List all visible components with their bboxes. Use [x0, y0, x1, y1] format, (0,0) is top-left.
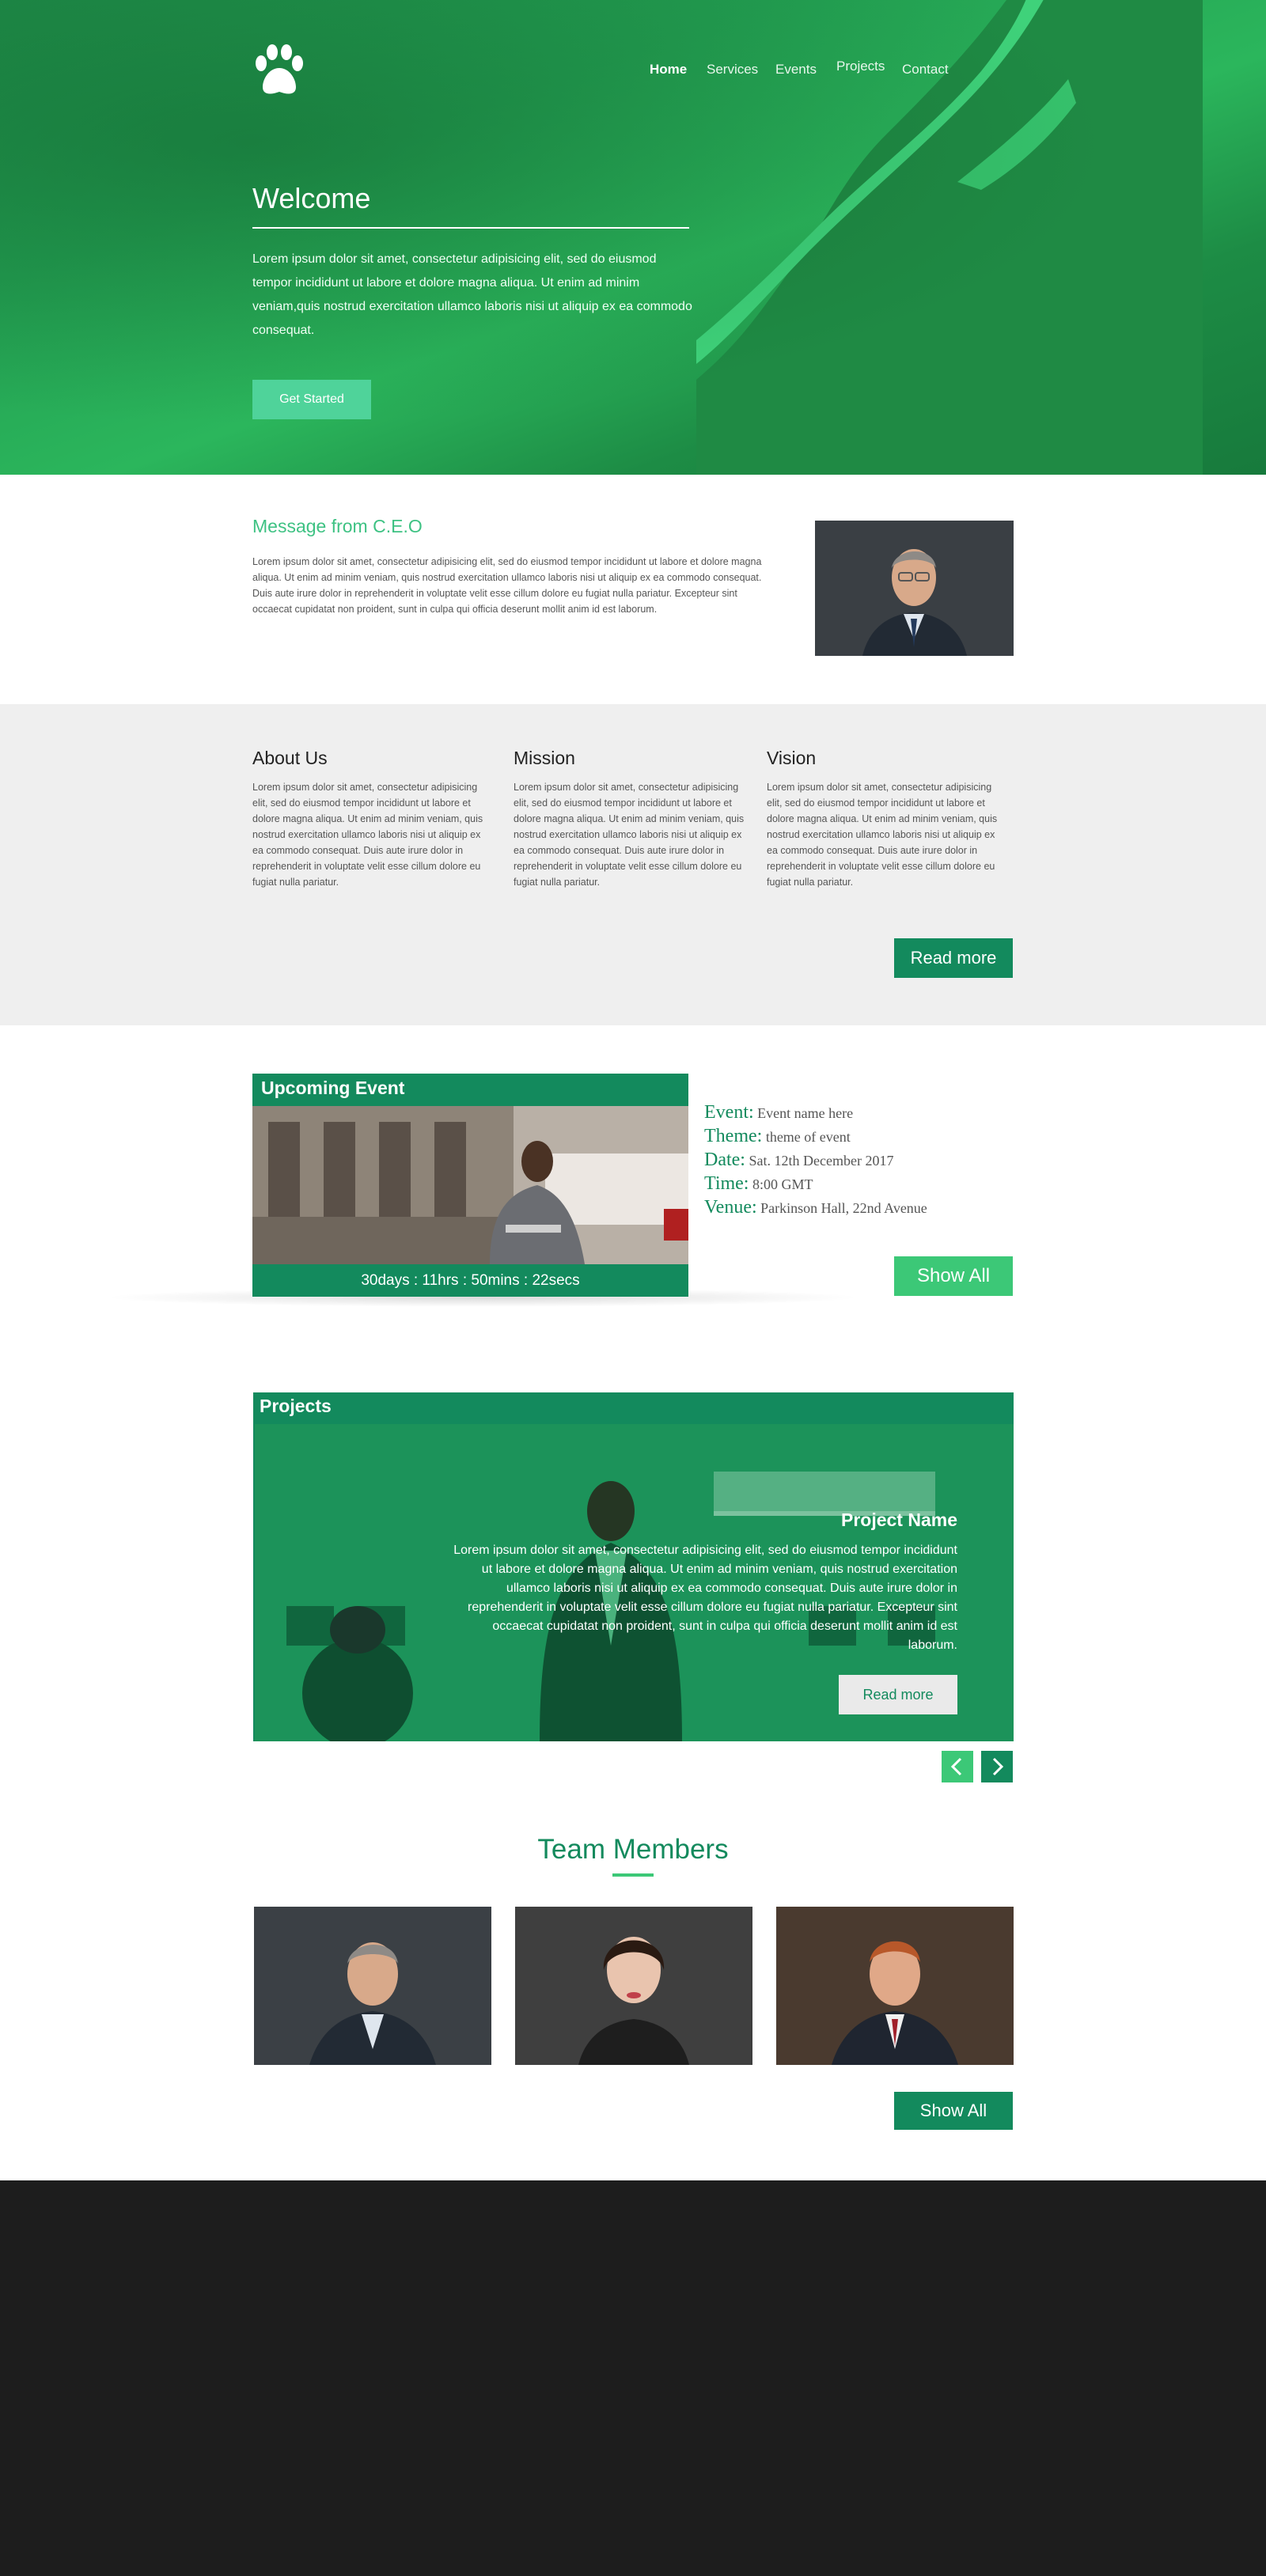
event-detail-value: theme of event	[765, 1129, 851, 1145]
event-detail-key: Theme:	[704, 1126, 763, 1146]
event-detail-venue: Venue: Parkinson Hall, 22nd Avenue	[704, 1197, 927, 1218]
ceo-title: Message from C.E.O	[252, 516, 423, 536]
vision-title: Vision	[767, 748, 817, 768]
event-image	[252, 1106, 688, 1264]
event-detail-theme: Theme: theme of event	[704, 1126, 851, 1147]
event-detail-date: Date: Sat. 12th December 2017	[704, 1150, 893, 1171]
mission-text: Lorem ipsum dolor sit amet, consectetur …	[514, 782, 745, 888]
nav-projects[interactable]: Projects	[836, 59, 885, 74]
read-more-button[interactable]: Read more	[894, 938, 1013, 978]
event-detail-key: Venue:	[704, 1197, 757, 1218]
team-member-photo	[776, 1907, 1014, 2065]
paw-logo-icon[interactable]	[252, 44, 307, 98]
team-member-photo	[254, 1907, 491, 2065]
ceo-photo	[815, 521, 1014, 656]
project-read-more-button[interactable]: Read more	[839, 1675, 957, 1714]
event-detail-value: Parkinson Hall, 22nd Avenue	[760, 1200, 927, 1216]
chevron-right-icon[interactable]	[981, 1751, 1013, 1782]
hero-title: Welcome	[252, 182, 371, 214]
event-detail-value: Sat. 12th December 2017	[749, 1153, 894, 1169]
about-us-title: About Us	[252, 748, 328, 768]
projects-heading: Projects	[260, 1396, 332, 1416]
event-countdown: 30days : 11hrs : 50mins : 22secs	[361, 1272, 580, 1289]
ceo-text: Lorem ipsum dolor sit amet, consectetur …	[252, 556, 762, 615]
chevron-left-icon[interactable]	[942, 1751, 973, 1782]
event-show-all-button[interactable]: Show All	[894, 1256, 1013, 1296]
hero-overlay	[0, 0, 1266, 475]
event-detail-name: Event: Event name here	[704, 1102, 853, 1123]
event-detail-key: Event:	[704, 1102, 754, 1123]
hero-section: Home Services Events Projects Contact We…	[0, 0, 1266, 475]
event-detail-value: Event name here	[757, 1105, 854, 1121]
about-us-text: Lorem ipsum dolor sit amet, consectetur …	[252, 782, 483, 888]
nav-services[interactable]: Services	[707, 62, 758, 78]
team-title-underline	[612, 1873, 654, 1877]
team-title: Team Members	[537, 1834, 729, 1865]
get-started-button[interactable]: Get Started	[252, 380, 371, 419]
event-detail-key: Date:	[704, 1150, 745, 1170]
nav-events[interactable]: Events	[775, 62, 817, 78]
event-detail-key: Time:	[704, 1173, 749, 1194]
vision-text: Lorem ipsum dolor sit amet, consectetur …	[767, 782, 998, 888]
team-member-photo	[515, 1907, 752, 2065]
team-show-all-button[interactable]: Show All	[894, 2092, 1013, 2130]
mission-title: Mission	[514, 748, 575, 768]
nav-contact[interactable]: Contact	[902, 62, 949, 78]
hero-divider	[252, 227, 689, 229]
event-detail-value: 8:00 GMT	[752, 1176, 813, 1192]
nav-home[interactable]: Home	[650, 62, 687, 78]
hero-text: Lorem ipsum dolor sit amet, consectetur …	[252, 252, 692, 337]
footer	[0, 2180, 1266, 2576]
project-text: Lorem ipsum dolor sit amet, consectetur …	[453, 1544, 957, 1652]
event-detail-time: Time: 8:00 GMT	[704, 1173, 813, 1195]
event-heading: Upcoming Event	[261, 1078, 405, 1098]
project-name: Project Name	[840, 1510, 957, 1530]
